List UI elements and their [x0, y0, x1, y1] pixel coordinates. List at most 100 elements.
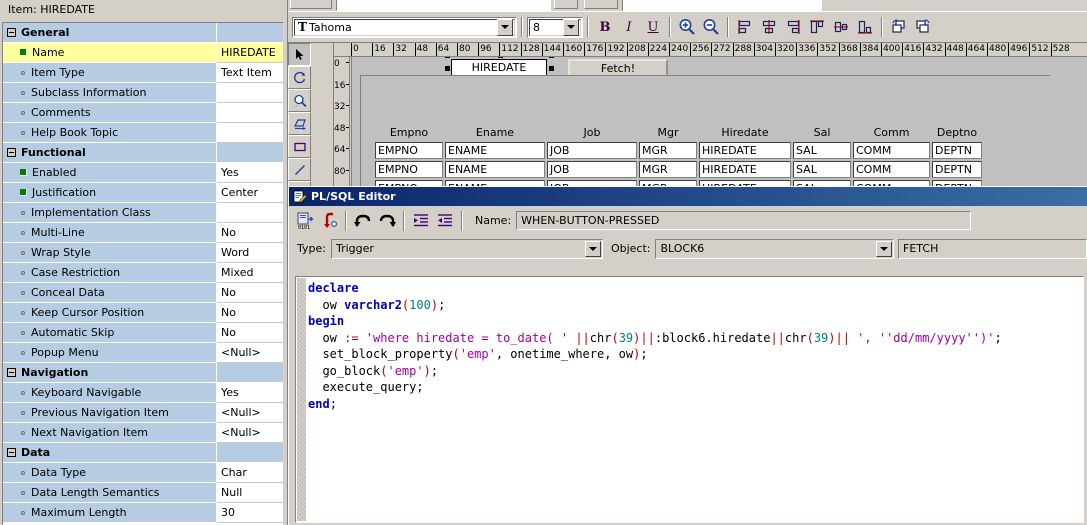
property-value-cell[interactable]: <Null> — [217, 343, 283, 363]
pointer-tool[interactable] — [288, 43, 311, 66]
align-top-button[interactable] — [805, 16, 829, 38]
italic-button[interactable]: I — [617, 16, 641, 38]
property-row[interactable]: Subclass Information — [3, 83, 283, 103]
property-section-header[interactable]: Data — [3, 443, 283, 463]
property-value-cell[interactable] — [217, 83, 283, 103]
property-value-cell[interactable]: Text Item — [217, 63, 283, 83]
property-row[interactable]: Keep Cursor Position No — [3, 303, 283, 323]
property-value-cell[interactable]: Word — [217, 243, 283, 263]
property-row[interactable]: Popup Menu <Null> — [3, 343, 283, 363]
collapse-toggle-icon[interactable] — [7, 28, 16, 37]
object-dropdown-icon[interactable] — [876, 240, 893, 257]
collapse-toggle-icon[interactable] — [7, 148, 16, 157]
bring-to-front-button[interactable] — [887, 16, 911, 38]
resize-handle-nw[interactable] — [445, 57, 450, 58]
property-row[interactable]: Help Book Topic — [3, 123, 283, 143]
grid-cell[interactable]: DEPTN — [932, 161, 982, 178]
line-tool[interactable] — [288, 158, 311, 181]
underline-button[interactable]: U — [641, 16, 665, 38]
font-name-dropdown-icon[interactable] — [497, 18, 513, 36]
grid-cell[interactable]: SAL — [793, 142, 851, 159]
property-row[interactable]: Keyboard Navigable Yes — [3, 383, 283, 403]
property-row[interactable]: Item Type Text Item — [3, 63, 283, 83]
rotate-tool[interactable] — [288, 66, 311, 89]
property-value-cell[interactable] — [217, 23, 283, 43]
align-right-button[interactable] — [781, 16, 805, 38]
grid-cell[interactable]: EMPNO — [375, 161, 443, 178]
property-value-cell[interactable]: Mixed — [217, 263, 283, 283]
outdent-button[interactable] — [433, 209, 457, 232]
bold-button[interactable]: B — [593, 16, 617, 38]
property-section-header[interactable]: Functional — [3, 143, 283, 163]
indent-button[interactable] — [409, 209, 433, 232]
font-size-combo[interactable]: 8 — [527, 16, 583, 38]
resize-handle-w[interactable] — [445, 66, 450, 71]
grid-cell[interactable]: SAL — [793, 161, 851, 178]
grid-cell[interactable]: HIREDATE — [699, 161, 791, 178]
property-row[interactable]: Conceal Data No — [3, 283, 283, 303]
grid-cell[interactable]: HIREDATE — [699, 142, 791, 159]
property-section-header[interactable]: General — [3, 23, 283, 43]
grid-cell[interactable]: MGR — [639, 161, 697, 178]
strip-field-block[interactable] — [622, 0, 822, 11]
undo-button[interactable] — [351, 209, 375, 232]
grid-cell[interactable]: EMPNO — [375, 142, 443, 159]
property-value-cell[interactable]: <Null> — [217, 403, 283, 423]
canvas-item-hiredate[interactable]: HIREDATE — [445, 57, 554, 82]
property-value-cell[interactable]: Char — [217, 463, 283, 483]
property-row[interactable]: Justification Center — [3, 183, 283, 203]
type-dropdown-icon[interactable] — [584, 240, 601, 257]
property-row[interactable]: Wrap Style Word — [3, 243, 283, 263]
reshape-tool[interactable] — [288, 112, 311, 135]
grid-cell[interactable]: MGR — [639, 142, 697, 159]
type-combo[interactable]: Trigger — [330, 238, 603, 259]
property-section-header[interactable]: Navigation — [3, 363, 283, 383]
property-row[interactable]: Enabled Yes — [3, 163, 283, 183]
property-value-cell[interactable] — [217, 363, 283, 383]
property-row[interactable]: Name HIREDATE — [3, 43, 283, 63]
property-row[interactable]: Previous Navigation Item <Null> — [3, 403, 283, 423]
property-value-cell[interactable]: Yes — [217, 163, 283, 183]
property-row[interactable]: Maximum Length 30 — [3, 503, 283, 523]
send-to-back-button[interactable] — [911, 16, 935, 38]
strip-field-left[interactable] — [336, 0, 551, 11]
property-value-cell[interactable] — [217, 203, 283, 223]
form-canvas[interactable]: HIREDATE Fetch! Empno Ename Job Mgr Hiredate… — [351, 57, 1087, 186]
grid-cell[interactable]: ENAME — [445, 161, 545, 178]
align-left-button[interactable] — [733, 16, 757, 38]
property-value-cell[interactable]: Center — [217, 183, 283, 203]
revert-button[interactable] — [317, 209, 341, 232]
magnify-tool[interactable] — [288, 89, 311, 112]
strip-button[interactable] — [554, 0, 578, 9]
rectangle-tool[interactable] — [288, 135, 311, 158]
grid-cell[interactable]: COMM — [853, 142, 930, 159]
property-value-cell[interactable]: No — [217, 323, 283, 343]
property-list[interactable]: General Name HIREDATE Item Type Text Item Sub… — [2, 22, 283, 525]
property-value-cell[interactable]: <Null> — [217, 423, 283, 443]
property-value-cell[interactable]: HIREDATE — [217, 43, 283, 63]
align-bottom-button[interactable] — [853, 16, 877, 38]
resize-handle-e[interactable] — [549, 66, 554, 71]
grid-cell[interactable]: ENAME — [445, 142, 545, 159]
property-value-cell[interactable]: 30 — [217, 503, 283, 523]
property-row[interactable]: Automatic Skip No — [3, 323, 283, 343]
code-text[interactable]: declare ow varchar2(100); begin ow := 'wh… — [308, 280, 1083, 522]
property-row[interactable]: Multi-Line No — [3, 223, 283, 243]
align-center-button[interactable] — [757, 16, 781, 38]
object-combo[interactable]: BLOCK6 — [655, 238, 895, 259]
property-value-cell[interactable] — [217, 103, 283, 123]
grid-cell[interactable]: DEPTN — [932, 142, 982, 159]
property-row[interactable]: Implementation Class — [3, 203, 283, 223]
align-middle-button[interactable] — [829, 16, 853, 38]
resize-handle-n[interactable] — [498, 57, 503, 58]
property-value-cell[interactable] — [217, 123, 283, 143]
property-value-cell[interactable] — [217, 143, 283, 163]
zoom-out-button[interactable] — [699, 16, 723, 38]
grid-cell[interactable]: JOB — [547, 161, 637, 178]
collapse-toggle-icon[interactable] — [7, 448, 16, 457]
code-editor[interactable]: declare ow varchar2(100); begin ow := 'wh… — [295, 276, 1084, 523]
property-row[interactable]: Data Length Semantics Null — [3, 483, 283, 503]
item-combo[interactable]: FETCH — [898, 238, 1087, 259]
collapse-toggle-icon[interactable] — [7, 368, 16, 377]
trigger-name-field[interactable]: WHEN-BUTTON-PRESSED — [516, 211, 972, 230]
